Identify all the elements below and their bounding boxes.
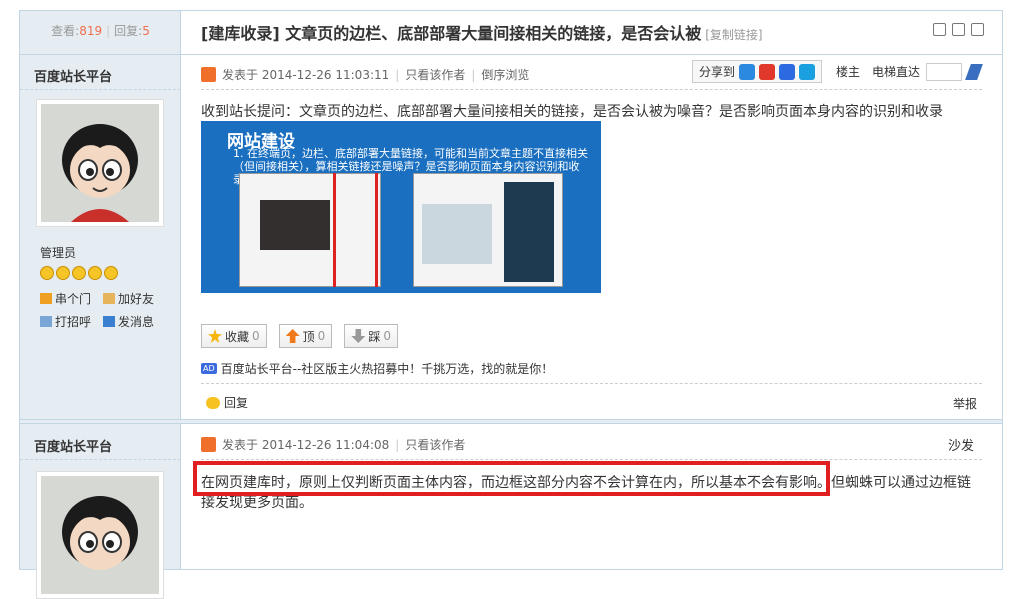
qq-share-icon[interactable]: [798, 63, 815, 80]
banner-screenshot-right: [413, 173, 563, 287]
post1-time: 发表于 2014-12-26 11:03:11: [222, 68, 390, 82]
user-info: 管理员 串个门 加好友 打招呼 发消息: [40, 244, 154, 330]
thread-frame: 查看:819 | 回复:5 [建库收录] 文章页的边栏、底部部署大量间接相关的链接，…: [19, 10, 1003, 599]
copy-link[interactable]: [复制链接]: [705, 28, 762, 42]
banner-marker: [375, 173, 378, 287]
share-label: 分享到: [698, 65, 735, 79]
thread-title-text: [建库收录] 文章页的边栏、底部部署大量间接相关的链接，是否会认被: [201, 24, 702, 43]
sidebar-divider: [20, 459, 181, 460]
downvote-count: 0: [383, 329, 391, 343]
visit-home-label: 串个门: [55, 292, 92, 306]
post1-tools: 分享到 楼主 电梯直达: [691, 60, 983, 83]
downvote-button[interactable]: 踩0: [344, 324, 398, 348]
smiley-icon: [104, 266, 118, 280]
user-links-row1: 串个门 加好友: [40, 290, 154, 307]
upvote-count: 0: [317, 329, 326, 343]
post2-author[interactable]: 百度站长平台: [34, 436, 112, 455]
post1-floor: 楼主: [835, 65, 860, 79]
reply-label: 回复: [224, 396, 249, 410]
downvote-label: 踩: [368, 329, 381, 344]
post-separator: [20, 419, 1002, 424]
upvote-button[interactable]: 顶0: [278, 324, 333, 348]
jump-go-icon[interactable]: [965, 63, 983, 80]
views-label: 查看:: [51, 24, 80, 38]
avatar-image: [41, 104, 159, 222]
post2-time: 发表于 2014-12-26 11:04:08: [222, 438, 390, 452]
post2-only-author-link[interactable]: 只看该作者: [405, 436, 465, 453]
sidebar-divider: [20, 89, 181, 90]
banner-screenshot-left: [239, 173, 381, 287]
avatar[interactable]: [36, 99, 164, 227]
online-status-icon: [201, 67, 216, 82]
post1-divider: [201, 89, 982, 90]
upvote-label: 顶: [302, 329, 315, 344]
floor-jump-input[interactable]: [926, 62, 962, 81]
post1-image[interactable]: 网站建设 1. 在终端页，边栏、底部部署大量链接，可能和当前文章主题不直接相关 …: [201, 121, 601, 293]
smiley-icon: [72, 266, 86, 280]
thread-tools: [933, 23, 984, 36]
qzone-share-icon[interactable]: [738, 63, 755, 80]
ad-badge: AD: [201, 363, 217, 374]
baidu-share-icon[interactable]: [778, 63, 795, 80]
ad-link[interactable]: AD 百度站长平台--社区版主火热招募中！千挑万选，找的就是你！: [201, 360, 553, 377]
add-friend-link[interactable]: 加好友: [103, 290, 154, 307]
reply-icon: [206, 396, 220, 409]
star-icon: [208, 329, 222, 343]
reply-button[interactable]: 回复: [206, 394, 248, 411]
user-role: 管理员: [40, 246, 77, 260]
next-thread-icon[interactable]: [971, 23, 984, 36]
visit-home-link[interactable]: 串个门: [40, 290, 91, 307]
post2-meta: 发表于 2014-12-26 11:04:08 | 只看该作者: [201, 436, 465, 453]
post2-floor: 沙发: [947, 439, 974, 454]
up-arrow-icon: [285, 329, 300, 343]
send-message-link[interactable]: 发消息: [103, 313, 154, 330]
report-link[interactable]: 举报: [953, 395, 977, 412]
thread-title: [建库收录] 文章页的边栏、底部部署大量间接相关的链接，是否会认被 [复制链接]: [201, 20, 763, 44]
post2-body-line2: 接发现更多页面。: [201, 495, 313, 511]
post1-meta: 发表于 2014-12-26 11:03:11 | 只看该作者 | 倒序浏览: [201, 66, 529, 83]
views-count: 819: [79, 24, 103, 38]
elevator-label: 电梯直达: [871, 65, 920, 79]
avatar-image: [41, 476, 159, 594]
post1-footer-divider: [201, 383, 982, 384]
online-status-icon: [201, 437, 216, 452]
greet-link[interactable]: 打招呼: [40, 313, 91, 330]
home-icon: [40, 293, 52, 304]
reverse-order-link[interactable]: 倒序浏览: [481, 66, 529, 83]
greet-icon: [40, 316, 52, 327]
replies-label: 回复:: [114, 24, 143, 38]
avatar[interactable]: [36, 471, 164, 599]
ad-text: 百度站长平台--社区版主火热招募中！千挑万选，找的就是你！: [220, 362, 554, 376]
share-bar: 分享到: [691, 60, 822, 83]
post1-author[interactable]: 百度站长平台: [34, 66, 112, 85]
user-rank: [40, 266, 154, 280]
favorite-count: 0: [252, 329, 260, 343]
thread-header: 查看:819 | 回复:5 [建库收录] 文章页的边栏、底部部署大量间接相关的链接，…: [20, 11, 1002, 55]
print-icon[interactable]: [933, 23, 946, 36]
banner-text-line1: 1. 在终端页，边栏、底部部署大量链接，可能和当前文章主题不直接相关: [233, 147, 588, 160]
smiley-icon: [40, 266, 54, 280]
handshake-icon: [103, 293, 116, 304]
prev-thread-icon[interactable]: [952, 23, 965, 36]
favorite-button[interactable]: 收藏 0: [201, 324, 267, 348]
down-arrow-icon: [351, 329, 366, 343]
favorite-label: 收藏: [225, 329, 250, 344]
greet-label: 打招呼: [55, 315, 92, 329]
post2-divider: [201, 459, 982, 460]
post1-actions: 收藏 0 顶0 踩0: [201, 324, 398, 348]
mail-icon: [103, 316, 116, 327]
user-links-row2: 打招呼 发消息: [40, 313, 154, 330]
send-message-label: 发消息: [118, 315, 155, 329]
smiley-icon: [56, 266, 70, 280]
post1-body: 收到站长提问：文章页的边栏、底部部署大量间接相关的链接，是否会认被为噪音？是否影…: [201, 104, 943, 120]
annotation-highlight-box: [193, 461, 830, 496]
thread-stats: 查看:819 | 回复:5: [51, 24, 150, 38]
add-friend-label: 加好友: [118, 292, 155, 306]
banner-marker: [333, 173, 336, 287]
replies-count: 5: [142, 24, 150, 38]
smiley-icon: [88, 266, 102, 280]
post1-only-author-link[interactable]: 只看该作者: [405, 66, 465, 83]
weibo-share-icon[interactable]: [758, 63, 775, 80]
